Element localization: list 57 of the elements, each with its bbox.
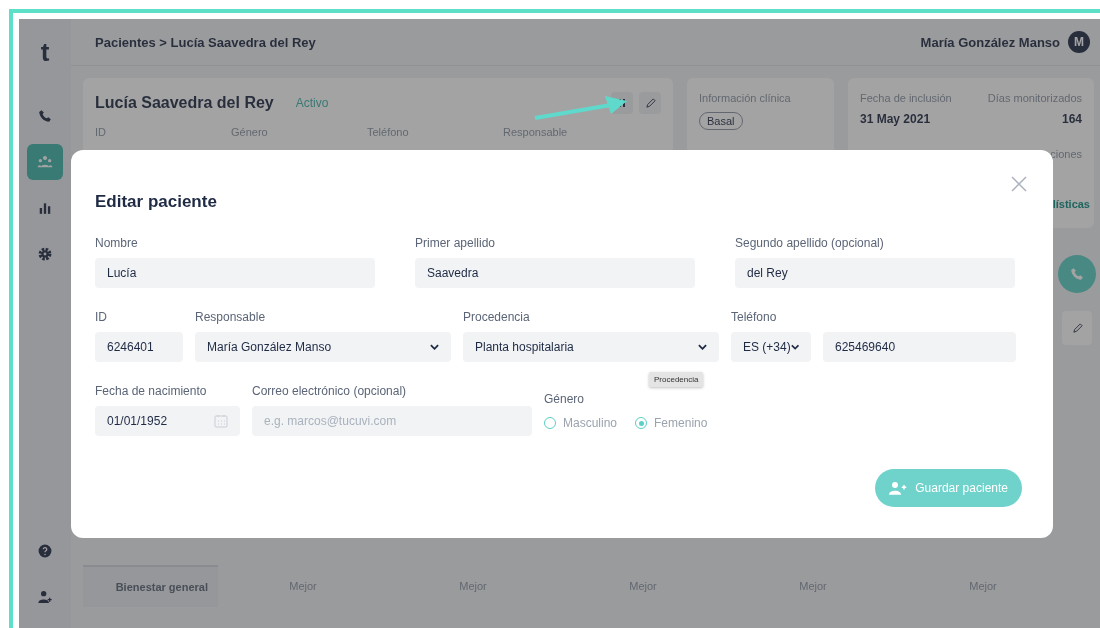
text-field[interactable]: del Rey <box>735 258 1015 288</box>
close-icon[interactable] <box>1009 174 1029 194</box>
phone-icon <box>1070 267 1084 281</box>
text-field[interactable]: 6246401 <box>95 332 183 362</box>
dialog-title: Editar paciente <box>95 192 218 212</box>
settings-icon <box>38 247 52 261</box>
field-label: Segundo apellido (opcional) <box>735 236 885 250</box>
edit-button[interactable] <box>639 92 661 114</box>
text-field[interactable]: Saavedra <box>415 258 695 288</box>
edit-button[interactable] <box>1062 311 1092 345</box>
add-user-icon <box>889 481 908 495</box>
pencil-icon <box>1071 322 1083 334</box>
row-label: Bienestar general <box>83 565 218 607</box>
stat-label: Fecha de inclusión <box>860 92 952 104</box>
patient-status: Activo <box>295 96 329 110</box>
call-button[interactable] <box>1058 255 1096 293</box>
calendar-icon <box>214 414 228 428</box>
select-field[interactable]: María González Manso <box>195 332 451 362</box>
field-label: ID <box>95 126 107 138</box>
select-field[interactable]: Planta hospitalaria <box>463 332 719 362</box>
field-label: Fecha de nacimiento <box>95 384 208 398</box>
field-label: Primer apellido <box>415 236 497 250</box>
chevron-down-icon <box>430 344 439 350</box>
people-icon <box>37 154 53 170</box>
tooltip: Procedencia <box>649 372 704 387</box>
country-code-select[interactable]: ES (+34) <box>731 332 811 362</box>
stat-value: 164 <box>1060 112 1082 126</box>
user-name: María González Manso <box>920 34 1060 50</box>
field-label: Género <box>544 392 586 406</box>
patient-name: Lucía Saavedra del Rey <box>95 94 274 112</box>
text-field[interactable]: Lucía <box>95 258 375 288</box>
chevron-down-icon <box>790 344 799 350</box>
add-user-icon <box>37 589 53 605</box>
field-label: Procedencia <box>463 310 531 324</box>
field-label: Género <box>231 126 269 138</box>
field-label: ID <box>95 310 108 324</box>
date-field[interactable]: 01/01/1952 <box>95 406 240 436</box>
chevron-down-icon <box>698 344 707 350</box>
user-avatar[interactable]: M <box>1068 31 1090 53</box>
field-label: Responsable <box>503 126 569 138</box>
field-label: Teléfono <box>731 310 778 324</box>
stat-label: ciones <box>1050 148 1082 160</box>
help-icon <box>38 544 52 558</box>
field-label: Teléfono <box>367 126 410 138</box>
breadcrumb: Pacientes > Lucía Saavedra del Rey <box>95 34 316 50</box>
pencil-icon <box>644 97 656 109</box>
phone-field[interactable]: 625469640 <box>823 332 1016 362</box>
stat-value: 31 May 2021 <box>860 112 932 126</box>
card-title: Información clínica <box>699 92 792 104</box>
field-label: Responsable <box>195 310 267 324</box>
stat-label: Días monitorizados <box>987 92 1082 104</box>
phone-icon <box>38 109 52 123</box>
text-field[interactable]: e.g. marcos@tucuvi.com <box>252 406 532 436</box>
bar-chart-icon <box>38 201 52 215</box>
app-logo[interactable]: t <box>40 37 50 68</box>
field-label: Correo electrónico (opcional) <box>252 384 408 398</box>
field-label: Nombre <box>95 236 139 250</box>
